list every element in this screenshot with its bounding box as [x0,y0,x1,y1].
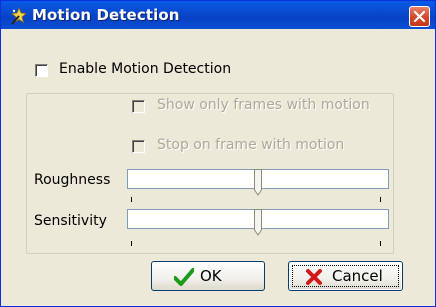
ok-button[interactable]: OK [151,261,265,291]
sensitivity-slider-thumb[interactable] [254,209,262,236]
roughness-slider[interactable] [127,169,389,203]
sensitivity-tick-min [131,241,132,246]
red-x-icon [305,268,323,290]
roughness-slider-thumb[interactable] [254,169,262,196]
title-bar[interactable]: Motion Detection [1,1,435,29]
sensitivity-slider[interactable] [127,209,389,249]
close-x-icon [413,10,426,23]
sensitivity-label: Sensitivity [34,213,107,229]
sensitivity-tick-max [380,241,381,246]
motion-detection-dialog: Motion Detection Enable Motion Detection… [0,0,436,307]
stop-on-frame-checkbox[interactable] [132,140,145,153]
roughness-label: Roughness [34,172,111,188]
wand-star-icon [10,6,28,25]
window-title: Motion Detection [32,6,180,24]
enable-motion-label[interactable]: Enable Motion Detection [59,61,231,77]
ok-button-label: OK [200,267,222,285]
green-check-icon [173,268,195,290]
show-only-frames-label[interactable]: Show only frames with motion [157,97,370,113]
show-only-frames-checkbox[interactable] [132,100,145,113]
roughness-tick-min [131,197,132,202]
stop-on-frame-label[interactable]: Stop on frame with motion [157,137,344,153]
cancel-button-label: Cancel [332,267,383,285]
roughness-tick-max [380,197,381,202]
cancel-button[interactable]: Cancel [288,261,403,291]
enable-motion-checkbox[interactable] [35,64,48,77]
close-button[interactable] [409,6,430,27]
